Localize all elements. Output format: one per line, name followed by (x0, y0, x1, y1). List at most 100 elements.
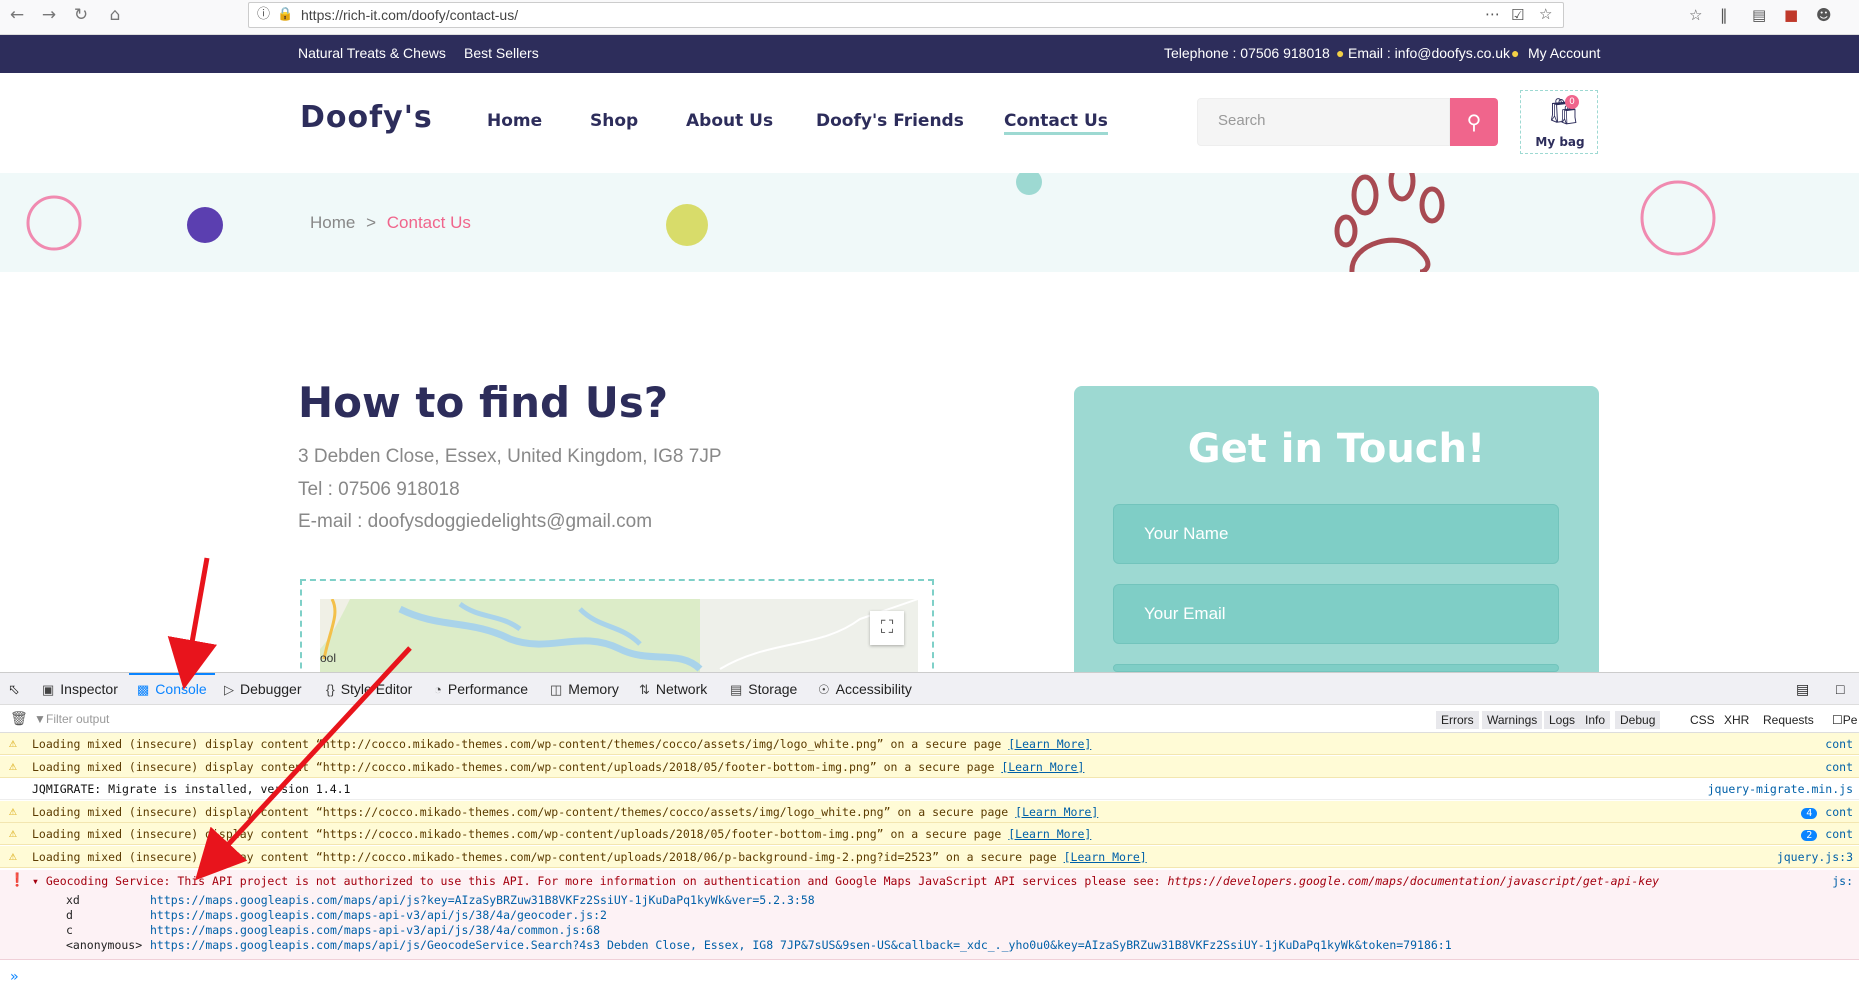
pocket-icon[interactable]: ☑ (1511, 6, 1524, 24)
stack-url[interactable]: https://maps.googleapis.com/maps-api-v3/… (150, 908, 607, 922)
stack-url[interactable]: https://maps.googleapis.com/maps/api/js/… (150, 938, 1452, 952)
message-source-link[interactable]: cont (1825, 737, 1853, 751)
stack-url[interactable]: https://maps.googleapis.com/maps-api-v3/… (150, 923, 600, 937)
library-icon[interactable]: ‖ (1720, 6, 1728, 24)
search-input[interactable]: Search (1197, 98, 1450, 146)
name-field[interactable]: Your Name (1113, 504, 1559, 564)
learn-more-link[interactable]: [Learn More] (1001, 760, 1084, 774)
learn-more-link[interactable]: [Learn More] (1008, 737, 1091, 751)
console-error-message[interactable]: ❗ ▾ Geocoding Service: This API project … (0, 870, 1859, 960)
tab-accessibility[interactable]: ☉ Accessibility (818, 681, 912, 698)
learn-more-link[interactable]: [Learn More] (1015, 805, 1098, 819)
search-icon: ⚲ (1466, 110, 1482, 134)
trash-icon[interactable]: 🗑 (10, 710, 28, 727)
console-input[interactable]: » (10, 969, 18, 985)
nav-doofys-friends[interactable]: Doofy's Friends (816, 111, 964, 131)
message-source[interactable]: 4 cont (1801, 805, 1853, 819)
error-help-link[interactable]: https://developers.google.com/maps/docum… (1167, 874, 1659, 888)
message-source[interactable]: 2 cont (1801, 827, 1853, 841)
info-icon[interactable]: ⓘ (257, 6, 270, 24)
learn-more-link[interactable]: [Learn More] (1064, 850, 1147, 864)
tab-style-editor[interactable]: {} Style Editor (326, 681, 412, 697)
google-map[interactable]: ool ⛶ (320, 599, 918, 681)
filter-warnings-button[interactable]: Warnings (1482, 711, 1543, 729)
tab-storage[interactable]: ▤ Storage (730, 681, 797, 698)
element-picker-icon[interactable]: ⬁ (8, 681, 20, 698)
filter-errors-button[interactable]: Errors (1436, 711, 1479, 729)
error-source[interactable]: js: (1832, 874, 1853, 888)
persist-logs-checkbox[interactable]: ☐Pe (1832, 713, 1857, 727)
topbar-link-best-sellers[interactable]: Best Sellers (464, 45, 539, 61)
message-source[interactable]: cont (1825, 760, 1853, 774)
filter-debug-button[interactable]: Debug (1615, 711, 1661, 729)
tab-memory[interactable]: ◫ Memory (550, 681, 619, 698)
storage-icon: ▤ (730, 682, 743, 697)
cart-button[interactable]: 🛍 0 My bag (1520, 90, 1598, 154)
console-message-row[interactable]: ⚠ Loading mixed (insecure) display conten… (0, 800, 1859, 823)
tab-debugger[interactable]: ▷ Debugger (224, 681, 302, 698)
tab-label: Inspector (60, 681, 118, 697)
filter-input[interactable]: Filter output (46, 712, 109, 726)
message-field[interactable] (1113, 664, 1559, 672)
message-source[interactable]: jquery.js:3 (1777, 850, 1853, 864)
tab-network[interactable]: ⇅ Network (639, 681, 707, 698)
message-source-link[interactable]: cont (1825, 760, 1853, 774)
forward-icon[interactable]: → (38, 4, 60, 26)
message-source[interactable]: cont (1825, 737, 1853, 751)
message-source[interactable]: jquery-migrate.min.js (1708, 782, 1853, 796)
lock-warning-icon[interactable]: 🔒 (277, 6, 293, 24)
breadcrumb: Home > Contact Us (310, 213, 471, 233)
topbar-my-account[interactable]: My Account (1528, 45, 1600, 61)
message-source-link[interactable]: cont (1825, 805, 1853, 819)
nav-about-us[interactable]: About Us (686, 111, 773, 131)
filter-css-button[interactable]: CSS (1690, 713, 1715, 727)
map-fullscreen-button[interactable]: ⛶ (870, 611, 904, 645)
paw-print-icon (1334, 173, 1445, 272)
extension-icon[interactable]: ■ (1784, 6, 1798, 24)
decor-ring (1640, 180, 1716, 256)
stack-url[interactable]: https://maps.googleapis.com/maps/api/js?… (150, 893, 815, 907)
tab-inspector[interactable]: ▣ Inspector (42, 681, 118, 698)
nav-contact-us[interactable]: Contact Us (1004, 111, 1108, 135)
filter-info-button[interactable]: Info (1580, 711, 1611, 729)
tab-console[interactable]: ▩ Console (137, 681, 207, 698)
console-message-row[interactable]: ⚠ Loading mixed (insecure) display conten… (0, 733, 1859, 755)
site-logo[interactable]: Doofy's (300, 100, 433, 135)
console-message-row[interactable]: ⚠ Loading mixed (insecure) display conten… (0, 823, 1859, 845)
stack-frame: d https://maps.googleapis.com/maps-api-v3… (66, 908, 607, 922)
error-text: ▾ Geocoding Service: This API project is… (32, 874, 1660, 888)
nav-shop[interactable]: Shop (590, 111, 638, 131)
filter-xhr-button[interactable]: XHR (1724, 713, 1749, 727)
message-source-link[interactable]: cont (1825, 827, 1853, 841)
reload-icon[interactable]: ↻ (70, 4, 92, 26)
account-icon[interactable]: ☻ (1816, 6, 1832, 24)
topbar-link-natural-treats[interactable]: Natural Treats & Chews (298, 45, 446, 61)
message-source-link[interactable]: jquery-migrate.min.js (1708, 782, 1853, 796)
filter-requests-button[interactable]: Requests (1763, 713, 1814, 727)
message-source-link[interactable]: jquery.js:3 (1777, 850, 1853, 864)
bookmark-star-icon[interactable]: ☆ (1539, 5, 1552, 23)
search-button[interactable]: ⚲ (1450, 98, 1498, 146)
more-icon[interactable]: ⋯ (1485, 5, 1500, 23)
tab-label: Style Editor (340, 681, 413, 697)
console-message-row[interactable]: ⚠ Loading mixed (insecure) display conten… (0, 755, 1859, 778)
breadcrumb-home[interactable]: Home (310, 213, 355, 232)
site-header: Doofy's Home Shop About Us Doofy's Frien… (0, 73, 1859, 173)
decorative-shapes (26, 173, 1716, 272)
tab-performance[interactable]: ◔ Performance (434, 681, 528, 697)
sidebar-icon[interactable]: ▤ (1752, 6, 1766, 24)
url-bar[interactable]: ⓘ 🔒 https://rich-it.com/doofy/contact-us… (248, 2, 1564, 28)
back-icon[interactable]: ← (6, 4, 28, 26)
filter-logs-button[interactable]: Logs (1544, 711, 1581, 729)
learn-more-link[interactable]: [Learn More] (1008, 827, 1091, 841)
home-icon[interactable]: ⌂ (104, 4, 126, 26)
map-terrain (320, 599, 918, 681)
warning-icon: ⚠ (9, 736, 17, 751)
console-message-row[interactable]: ⚠ Loading mixed (insecure) display conten… (0, 845, 1859, 868)
reading-list-icon[interactable]: ☆ (1689, 6, 1702, 24)
email-field[interactable]: Your Email (1113, 584, 1559, 644)
dock-options-icon[interactable]: ▤ (1796, 681, 1809, 698)
console-message-row[interactable]: JQMIGRATE: Migrate is installed, version… (0, 778, 1859, 800)
responsive-mode-icon[interactable]: □ (1836, 681, 1844, 697)
nav-home[interactable]: Home (487, 111, 542, 131)
